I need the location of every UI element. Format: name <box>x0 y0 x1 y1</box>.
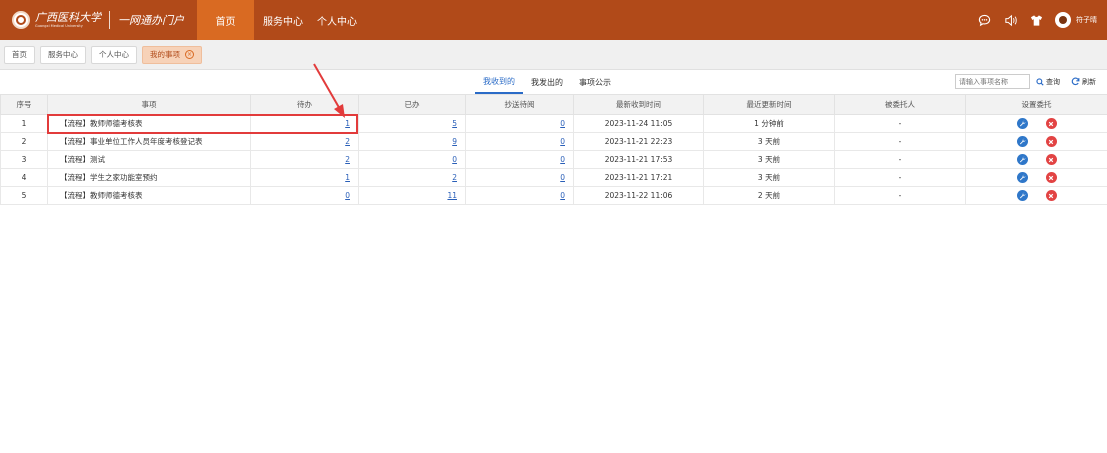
row-received-time: 2023-11-24 11:05 <box>573 114 704 133</box>
row-updated-time: 1 分钟前 <box>703 114 835 133</box>
row-updated-time: 2 天前 <box>703 186 835 205</box>
col-header-todo: 待办 <box>250 94 359 115</box>
row-item-name: 【流程】事业单位工作人员年度考核登记表 <box>47 132 251 151</box>
row-delegate: - <box>834 168 966 187</box>
remove-delegate-icon[interactable] <box>1045 154 1057 165</box>
row-delegate: - <box>834 186 966 205</box>
refresh-button[interactable]: 刷新 <box>1071 74 1096 89</box>
row-no: 4 <box>0 168 48 187</box>
col-header-received: 最新收到时间 <box>573 94 704 115</box>
cc-count-link[interactable]: 0 <box>560 155 565 164</box>
remove-delegate-icon[interactable] <box>1045 190 1057 201</box>
search-icon <box>1036 77 1044 86</box>
remove-delegate-icon[interactable] <box>1045 118 1057 129</box>
cc-count-link[interactable]: 0 <box>560 119 565 128</box>
header-tools: 符子晴 <box>977 0 1097 40</box>
portal-name: 一网通办门户 <box>118 14 184 27</box>
nav-personal-center[interactable]: 个人中心 <box>312 0 362 40</box>
row-received-time: 2023-11-22 11:06 <box>573 186 704 205</box>
items-table: 序号 事项 待办 已办 抄送待阅 最新收到时间 最近更新时间 被委托人 设置委托… <box>0 94 1107 205</box>
col-header-no: 序号 <box>0 94 48 115</box>
university-seal-icon <box>12 11 30 29</box>
row-delegate: - <box>834 132 966 151</box>
row-received-time: 2023-11-21 17:21 <box>573 168 704 187</box>
remove-delegate-icon[interactable] <box>1045 136 1057 147</box>
cc-count-link[interactable]: 0 <box>560 137 565 146</box>
table-row: 3 【流程】测试 2 0 0 2023-11-21 17:53 3 天前 - <box>0 150 1107 169</box>
tab-public[interactable]: 事项公示 <box>571 70 619 94</box>
table-header-row: 序号 事项 待办 已办 抄送待阅 最新收到时间 最近更新时间 被委托人 设置委托 <box>0 94 1107 115</box>
query-button[interactable]: 查询 <box>1036 74 1060 89</box>
configure-delegate-icon[interactable] <box>1016 190 1028 201</box>
sub-tabs: 我收到的 我发出的 事项公示 <box>475 70 619 94</box>
tab-received[interactable]: 我收到的 <box>475 70 523 94</box>
shirt-icon[interactable] <box>1029 13 1043 27</box>
row-no: 1 <box>0 114 48 133</box>
search-input[interactable] <box>955 74 1030 89</box>
todo-count-link[interactable]: 2 <box>345 137 350 146</box>
nav-home[interactable]: 首页 <box>197 0 254 40</box>
remove-delegate-icon[interactable] <box>1045 172 1057 183</box>
nav-service-center[interactable]: 服务中心 <box>254 0 312 40</box>
items-toolbar: 我收到的 我发出的 事项公示 查询 刷新 <box>0 70 1107 94</box>
page-tab-service-center[interactable]: 服务中心 <box>40 45 86 64</box>
done-count-link[interactable]: 5 <box>452 119 457 128</box>
col-header-cc: 抄送待阅 <box>465 94 574 115</box>
col-header-item: 事项 <box>47 94 251 115</box>
row-received-time: 2023-11-21 17:53 <box>573 150 704 169</box>
page-tab-home[interactable]: 首页 <box>4 45 35 64</box>
username[interactable]: 符子晴 <box>1076 15 1097 25</box>
table-row: 4 【流程】学生之家功能室预约 1 2 0 2023-11-21 17:21 3… <box>0 168 1107 187</box>
table-row: 2 【流程】事业单位工作人员年度考核登记表 2 9 0 2023-11-21 2… <box>0 132 1107 151</box>
done-count-link[interactable]: 0 <box>452 155 457 164</box>
row-delegate: - <box>834 114 966 133</box>
top-header: 广西医科大学 Guangxi Medical University 一网通办门户… <box>0 0 1107 40</box>
table-row: 5 【流程】教师师德考核表 0 11 0 2023-11-22 11:06 2 … <box>0 186 1107 205</box>
university-name: 广西医科大学 <box>35 10 101 24</box>
university-name-en: Guangxi Medical University <box>35 23 83 28</box>
col-header-done: 已办 <box>358 94 466 115</box>
table-row: 1 【流程】教师师德考核表 1 5 0 2023-11-24 11:05 1 分… <box>0 114 1107 133</box>
todo-count-link[interactable]: 1 <box>345 173 350 182</box>
row-item-name: 【流程】教师师德考核表 <box>47 186 251 205</box>
done-count-link[interactable]: 2 <box>452 173 457 182</box>
cc-count-link[interactable]: 0 <box>560 173 565 182</box>
logo[interactable]: 广西医科大学 Guangxi Medical University 一网通办门户 <box>0 0 197 40</box>
done-count-link[interactable]: 9 <box>452 137 457 146</box>
page-tab-bar: 首页 服务中心 个人中心 我的事项 × <box>0 40 1107 70</box>
speaker-icon[interactable] <box>1003 13 1017 27</box>
todo-count-link[interactable]: 1 <box>345 119 350 128</box>
page-tab-personal-center[interactable]: 个人中心 <box>91 45 137 64</box>
row-item-name: 【流程】学生之家功能室预约 <box>47 168 251 187</box>
page-tab-my-items[interactable]: 我的事项 × <box>142 45 202 64</box>
row-no: 3 <box>0 150 48 169</box>
configure-delegate-icon[interactable] <box>1016 172 1028 183</box>
col-header-updated: 最近更新时间 <box>703 94 835 115</box>
refresh-icon <box>1071 77 1080 86</box>
done-count-link[interactable]: 11 <box>447 191 457 200</box>
row-updated-time: 3 天前 <box>703 132 835 151</box>
row-no: 5 <box>0 186 48 205</box>
close-icon[interactable]: × <box>185 50 194 59</box>
col-header-delegate: 被委托人 <box>834 94 966 115</box>
chat-icon[interactable] <box>977 13 991 27</box>
configure-delegate-icon[interactable] <box>1016 118 1028 129</box>
row-no: 2 <box>0 132 48 151</box>
row-item-name: 【流程】教师师德考核表 <box>47 114 251 133</box>
todo-count-link[interactable]: 0 <box>345 191 350 200</box>
todo-count-link[interactable]: 2 <box>345 155 350 164</box>
main-nav: 首页 服务中心 个人中心 <box>197 0 362 40</box>
user-avatar-icon[interactable] <box>1055 12 1071 28</box>
row-received-time: 2023-11-21 22:23 <box>573 132 704 151</box>
row-updated-time: 3 天前 <box>703 150 835 169</box>
row-delegate: - <box>834 150 966 169</box>
configure-delegate-icon[interactable] <box>1016 136 1028 147</box>
row-updated-time: 3 天前 <box>703 168 835 187</box>
tab-sent[interactable]: 我发出的 <box>523 70 571 94</box>
logo-divider <box>109 11 110 29</box>
row-item-name: 【流程】测试 <box>47 150 251 169</box>
cc-count-link[interactable]: 0 <box>560 191 565 200</box>
col-header-set-delegate: 设置委托 <box>965 94 1107 115</box>
configure-delegate-icon[interactable] <box>1016 154 1028 165</box>
